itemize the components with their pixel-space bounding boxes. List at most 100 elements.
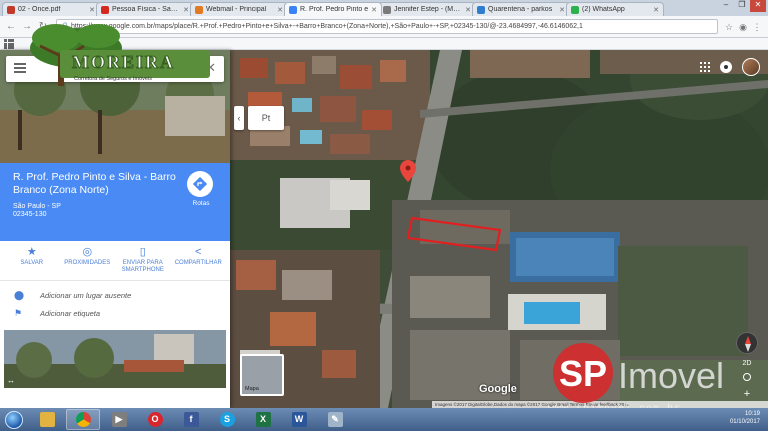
add-place-pin-icon: ⬤ bbox=[14, 290, 25, 300]
map-top-controls: ‹ Pt bbox=[234, 106, 284, 130]
add-missing-place-link[interactable]: ⬤ Adicionar um lugar ausente bbox=[0, 288, 230, 304]
share-button[interactable]: < COMPARTILHAR bbox=[172, 246, 224, 280]
nearby-icon: ◎ bbox=[82, 246, 93, 258]
tab-close-icon[interactable]: ✕ bbox=[465, 6, 471, 14]
avatar[interactable] bbox=[742, 58, 760, 76]
save-label: SALVAR bbox=[20, 260, 44, 266]
spimovel-logo-graphic: SP Imovel bbox=[553, 343, 724, 403]
tab-close-icon[interactable]: ✕ bbox=[559, 6, 565, 14]
minimap-toggle[interactable]: Mapa bbox=[240, 354, 284, 396]
place-city: São Paulo - SP bbox=[13, 203, 61, 210]
taskbar-skype[interactable]: S bbox=[210, 409, 244, 430]
share-label: COMPARTILHAR bbox=[174, 260, 222, 266]
tab-close-icon[interactable]: ✕ bbox=[89, 6, 95, 14]
screen: 02 - Once.pdf ✕ Pessoa Física - Santand ✕ … bbox=[0, 0, 768, 431]
tab-favicon bbox=[289, 5, 297, 14]
action-bar: ★ SALVAR ◎ PROXIMIDADES ▯ ENVIAR PARA SMART… bbox=[0, 241, 230, 281]
back-icon[interactable]: ← bbox=[4, 20, 18, 34]
place-panel: ✕ R. Prof. Pedro Pinto e Silva - Barro B… bbox=[0, 50, 230, 408]
paint-icon: ✎ bbox=[327, 412, 343, 427]
browser-tab[interactable]: 02 - Once.pdf ✕ bbox=[2, 2, 100, 16]
tab-favicon bbox=[101, 5, 109, 14]
taskbar-excel[interactable]: X bbox=[246, 409, 280, 430]
extension-icon[interactable]: ◉ bbox=[736, 20, 750, 34]
spimovel-brand-a: SP bbox=[559, 353, 607, 394]
send-to-phone-button[interactable]: ▯ ENVIAR PARA SMARTPHONE bbox=[117, 246, 169, 280]
browser-tab[interactable]: Webmail - Principal ✕ bbox=[190, 2, 288, 16]
tab-close-icon[interactable]: ✕ bbox=[653, 6, 659, 14]
tab-favicon bbox=[383, 5, 391, 14]
tab-label: Pessoa Física - Santand bbox=[112, 6, 182, 13]
star-icon: ★ bbox=[26, 246, 37, 258]
browser-tab-active[interactable]: R. Prof. Pedro Pinto e ✕ bbox=[284, 2, 382, 16]
clock-time: 10:19 bbox=[744, 411, 760, 417]
browser-menu-icon[interactable]: ⋮ bbox=[750, 20, 764, 34]
taskbar-paint[interactable]: ✎ bbox=[318, 409, 352, 430]
window-controls: – ❐ ✕ bbox=[718, 0, 766, 12]
add-place-label: Adicionar um lugar ausente bbox=[40, 291, 132, 300]
browser-tab[interactable]: (2) WhatsApp ✕ bbox=[566, 2, 664, 16]
window-close-icon[interactable]: ✕ bbox=[750, 0, 766, 12]
maximize-icon[interactable]: ❐ bbox=[734, 0, 750, 12]
taskbar-word[interactable]: W bbox=[282, 409, 316, 430]
clock-date: 01/10/2017 bbox=[729, 419, 760, 425]
google-logo: Google bbox=[479, 383, 517, 395]
tab-label: R. Prof. Pedro Pinto e bbox=[300, 6, 369, 13]
bookmark-star-icon[interactable]: ☆ bbox=[722, 20, 736, 34]
spimovel-brand-b: Imovel bbox=[618, 355, 724, 396]
windows-icon bbox=[5, 410, 23, 429]
language-select[interactable]: Pt bbox=[248, 106, 284, 130]
media-player-icon: ▶ bbox=[111, 412, 127, 427]
chrome-icon bbox=[75, 412, 91, 427]
photo-thumbnail[interactable]: ↔ bbox=[4, 330, 226, 388]
tab-close-icon[interactable]: ✕ bbox=[371, 6, 377, 14]
tab-close-icon[interactable]: ✕ bbox=[183, 6, 189, 14]
skype-icon: S bbox=[219, 412, 235, 427]
thumbnail-graphic bbox=[4, 330, 226, 388]
tab-label: (2) WhatsApp bbox=[582, 6, 625, 13]
tab-favicon bbox=[7, 5, 15, 14]
phone-icon: ▯ bbox=[139, 246, 146, 258]
minimap-label: Mapa bbox=[245, 386, 259, 392]
add-label-link[interactable]: ⚑ Adicionar etiqueta bbox=[0, 306, 230, 322]
notifications-icon[interactable] bbox=[720, 61, 732, 73]
flag-icon: ⚑ bbox=[14, 308, 23, 318]
logo-subtitle: Corretora de Seguros e Imóveis bbox=[74, 76, 152, 82]
nearby-button[interactable]: ◎ PROXIMIDADES bbox=[61, 246, 113, 280]
tab-label: 02 - Once.pdf bbox=[18, 6, 61, 13]
directions-icon bbox=[193, 177, 207, 191]
account-bar bbox=[700, 58, 760, 76]
taskbar-opera[interactable]: O bbox=[138, 409, 172, 430]
browser-tab[interactable]: Jennifer Estep - (Mytho ✕ bbox=[378, 2, 476, 16]
taskbar-chrome[interactable] bbox=[66, 409, 100, 430]
place-title: R. Prof. Pedro Pinto e Silva - Barro Bra… bbox=[13, 171, 176, 196]
logo-text: MOREIRA bbox=[72, 52, 175, 73]
browser-tab-bar: 02 - Once.pdf ✕ Pessoa Física - Santand ✕ … bbox=[0, 0, 768, 16]
browser-tab[interactable]: Pessoa Física - Santand ✕ bbox=[96, 2, 194, 16]
taskbar-media[interactable]: ▶ bbox=[102, 409, 136, 430]
menu-icon[interactable] bbox=[14, 63, 26, 73]
apps-grid-icon[interactable] bbox=[4, 39, 14, 49]
taskbar-explorer[interactable] bbox=[30, 409, 64, 430]
taskbar: ▶ O f S X W ✎ bbox=[0, 408, 768, 431]
minimize-icon[interactable]: – bbox=[718, 0, 734, 12]
collapse-panel-button[interactable]: ‹ bbox=[234, 106, 244, 130]
tab-favicon bbox=[477, 5, 485, 14]
tab-close-icon[interactable]: ✕ bbox=[277, 6, 283, 14]
directions-label: Rotas bbox=[192, 200, 210, 207]
browser-tab[interactable]: Quarentena - parkos ✕ bbox=[472, 2, 570, 16]
excel-icon: X bbox=[255, 412, 271, 427]
place-zip: 02345-130 bbox=[13, 211, 47, 218]
directions-button[interactable] bbox=[187, 171, 213, 197]
tab-label: Quarentena - parkos bbox=[488, 6, 553, 13]
spimovel-watermark: SP Imovel bbox=[538, 340, 768, 405]
system-clock[interactable]: 10:19 01/10/2017 bbox=[730, 410, 760, 426]
save-button[interactable]: ★ SALVAR bbox=[6, 246, 58, 280]
moreira-logo: MOREIRA Corretora de Seguros e Imóveis bbox=[26, 16, 216, 86]
start-button[interactable] bbox=[0, 408, 28, 431]
facebook-icon: f bbox=[183, 412, 199, 427]
expand-arrows-icon: ↔ bbox=[7, 376, 15, 385]
tab-label: Webmail - Principal bbox=[206, 6, 267, 13]
google-apps-icon[interactable] bbox=[700, 62, 710, 72]
taskbar-facebook[interactable]: f bbox=[174, 409, 208, 430]
